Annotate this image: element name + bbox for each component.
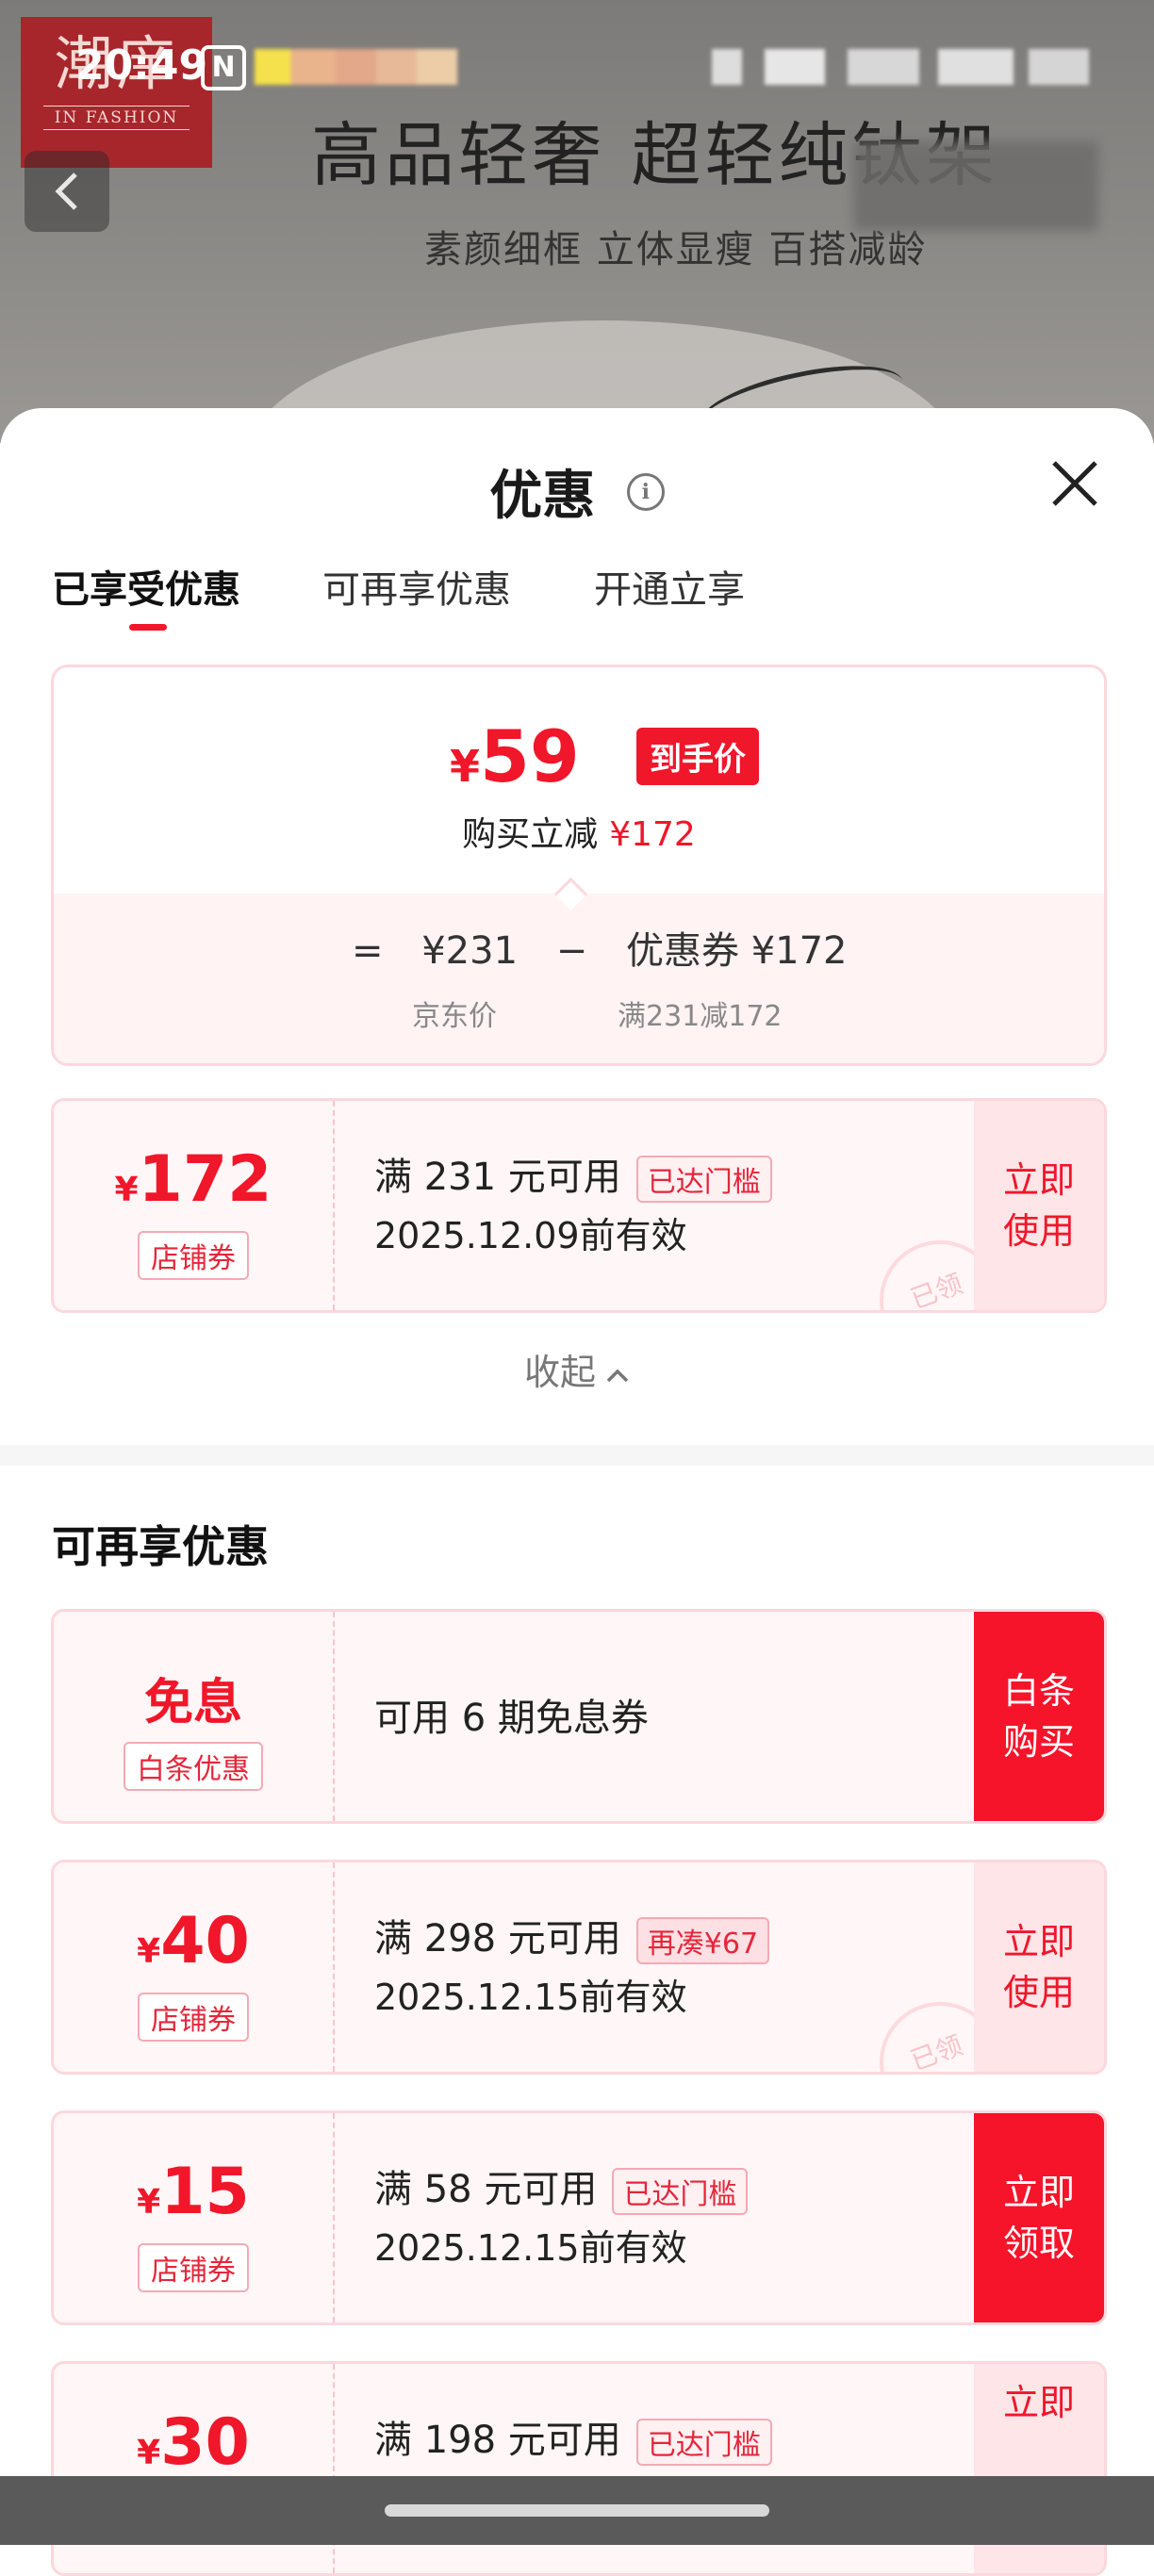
tab-underline [129, 624, 167, 631]
use-now-label: 立即使用 [1002, 1159, 1075, 1252]
blurred-region [853, 141, 1098, 231]
coupon-amount: ¥30 [54, 2405, 333, 2480]
tab-more[interactable]: 可再享优惠 [322, 559, 511, 614]
use-now-label: 立即使用 [1002, 1921, 1075, 2013]
notification-icons-blurred [255, 49, 457, 85]
claim-now-label: 立即领取 [1002, 2172, 1075, 2264]
tab-applied[interactable]: 已享受优惠 [52, 559, 240, 614]
coupon-amount: ¥172 [54, 1142, 333, 1217]
coupon-divider [333, 1101, 335, 1310]
coupon-card-15: ¥15 店铺券 满 58 元可用 已达门槛 2025.12.15前有效 立即领取 [51, 2110, 1107, 2325]
applied-coupon-card: ¥172 店铺券 满 231 元可用 已达门槛 2025.12.09前有效 已领 … [51, 1098, 1107, 1313]
chevron-up-icon [606, 1369, 629, 1382]
baitiao-buy-label: 白条购买 [1002, 1670, 1075, 1763]
status-bar: 20:49 N [0, 28, 1154, 104]
discount-sheet: 优惠 i 已享受优惠 可再享优惠 开通立享 ¥59 到手价 购买立减 ¥172 =… [0, 408, 1154, 2576]
coupon-type-tag: 店铺券 [138, 1993, 249, 2042]
coupon-left: ¥40 店铺券 [54, 1862, 333, 2072]
coupon-left: 免息 白条优惠 [54, 1612, 333, 1821]
coupon-expiry: 2025.12.15前有效 [374, 2227, 687, 2269]
coupon-left: ¥172 店铺券 [54, 1101, 333, 1310]
coupon-expiry: 2025.12.09前有效 [374, 1215, 687, 1256]
coupon-currency: ¥ [137, 2434, 161, 2472]
top-up-pill: 再凑¥67 [635, 1917, 770, 1964]
jd-price-label: 京东价 [412, 1000, 497, 1033]
interest-free-coupon-card: 免息 白条优惠 可用 6 期免息券 白条购买 [51, 1609, 1107, 1824]
use-now-button[interactable]: 立即使用 [974, 1862, 1104, 2072]
coupon-condition-text: 满 198 元可用 [374, 2419, 621, 2462]
final-price-currency: ¥ [450, 741, 481, 792]
coupon-left: ¥15 店铺券 [54, 2113, 333, 2322]
coupon-amount-value: 40 [160, 1904, 250, 1978]
more-section-title: 可再享优惠 [52, 1521, 269, 1572]
coupon-type-tag: 店铺券 [138, 2243, 249, 2292]
coupon-condition-text: 满 298 元可用 [374, 1917, 621, 1961]
coupon-amount-value: 30 [160, 2405, 250, 2480]
close-icon[interactable] [1047, 455, 1103, 512]
coupon-amount-value: 172 [138, 1142, 272, 1217]
reduce-amount: ¥172 [609, 815, 696, 854]
final-price: ¥59 [450, 714, 580, 798]
coupon-currency: ¥ [137, 2183, 161, 2222]
price-summary-card: ¥59 到手价 购买立减 ¥172 = ¥231 − 优惠券 ¥172 京东价 满… [51, 665, 1107, 1066]
collapse-label: 收起 [523, 1352, 596, 1393]
section-separator [0, 1445, 1154, 1466]
reduce-line: 购买立减 ¥172 [54, 807, 1104, 856]
claim-now-button[interactable]: 立即领取 [974, 2113, 1104, 2322]
coupon-amount: ¥15 [54, 2155, 333, 2229]
coupon-rule-label: 满231减172 [618, 1000, 783, 1033]
system-icons-blurred [712, 49, 1089, 85]
chevron-left-icon [55, 172, 77, 210]
brand-logo-sub: IN FASHION [43, 106, 190, 130]
coupon-condition: 可用 6 期免息券 [374, 1697, 649, 1740]
final-price-value: 59 [480, 714, 580, 798]
collapse-toggle[interactable]: 收起 [0, 1343, 1154, 1395]
coupon-condition: 满 231 元可用 已达门槛 [374, 1146, 772, 1203]
jd-price: ¥231 [421, 929, 519, 973]
status-time: 20:49 [75, 41, 208, 90]
sheet-title-row: 优惠 i [0, 453, 1154, 530]
coupon-amount-text: 免息 [143, 1675, 242, 1731]
threshold-pill: 已达门槛 [612, 2168, 749, 2215]
home-gesture-handle[interactable] [385, 2504, 769, 2517]
baitiao-buy-button[interactable]: 白条购买 [974, 1612, 1104, 1821]
tab-open[interactable]: 开通立享 [594, 559, 745, 614]
coupon-amount: ¥40 [54, 1904, 333, 1978]
coupon-currency: ¥ [137, 1932, 161, 1971]
coupon-divider [333, 2113, 335, 2322]
formula-eq: = [352, 929, 384, 973]
coupon-type-tag: 店铺券 [138, 1231, 249, 1280]
final-price-badge: 到手价 [636, 728, 759, 785]
coupon-condition: 满 298 元可用 再凑¥67 [374, 1908, 770, 1964]
price-formula: = ¥231 − 优惠券 ¥172 [352, 920, 848, 975]
coupon-divider [333, 1612, 335, 1821]
coupon-action-label: 立即 [1002, 2382, 1075, 2423]
coupon-condition: 满 198 元可用 已达门槛 [374, 2409, 772, 2466]
coupon-condition-text: 满 231 元可用 [374, 1156, 621, 1199]
coupon-expiry: 2025.12.15前有效 [374, 1977, 687, 2018]
back-button[interactable] [25, 151, 109, 232]
coupon-condition: 满 58 元可用 已达门槛 [374, 2158, 749, 2215]
reduce-label: 购买立减 [462, 815, 599, 854]
coupon-card-40: ¥40 店铺券 满 298 元可用 再凑¥67 2025.12.15前有效 已领 … [51, 1860, 1107, 2075]
coupon-type-tag: 白条优惠 [124, 1742, 263, 1791]
nfc-icon: N [201, 45, 246, 90]
coupon-currency: ¥ [114, 1171, 139, 1209]
use-now-button[interactable]: 立即使用 [974, 1101, 1104, 1310]
coupon-part: 优惠券 ¥172 [625, 929, 848, 973]
summary-breakdown-bg [54, 894, 1104, 1063]
coupon-condition-text: 满 58 元可用 [374, 2168, 598, 2211]
threshold-pill: 已达门槛 [635, 2419, 772, 2466]
banner-subtitle: 素颜细框 立体显瘦 百搭减龄 [424, 228, 928, 271]
system-nav-bar [0, 2476, 1154, 2545]
coupon-amount-value: 15 [160, 2155, 250, 2229]
sheet-title: 优惠 [489, 466, 596, 527]
coupon-divider [333, 1862, 335, 2072]
threshold-pill: 已达门槛 [635, 1156, 772, 1203]
formula-minus: − [555, 929, 588, 973]
info-icon[interactable]: i [626, 472, 665, 511]
